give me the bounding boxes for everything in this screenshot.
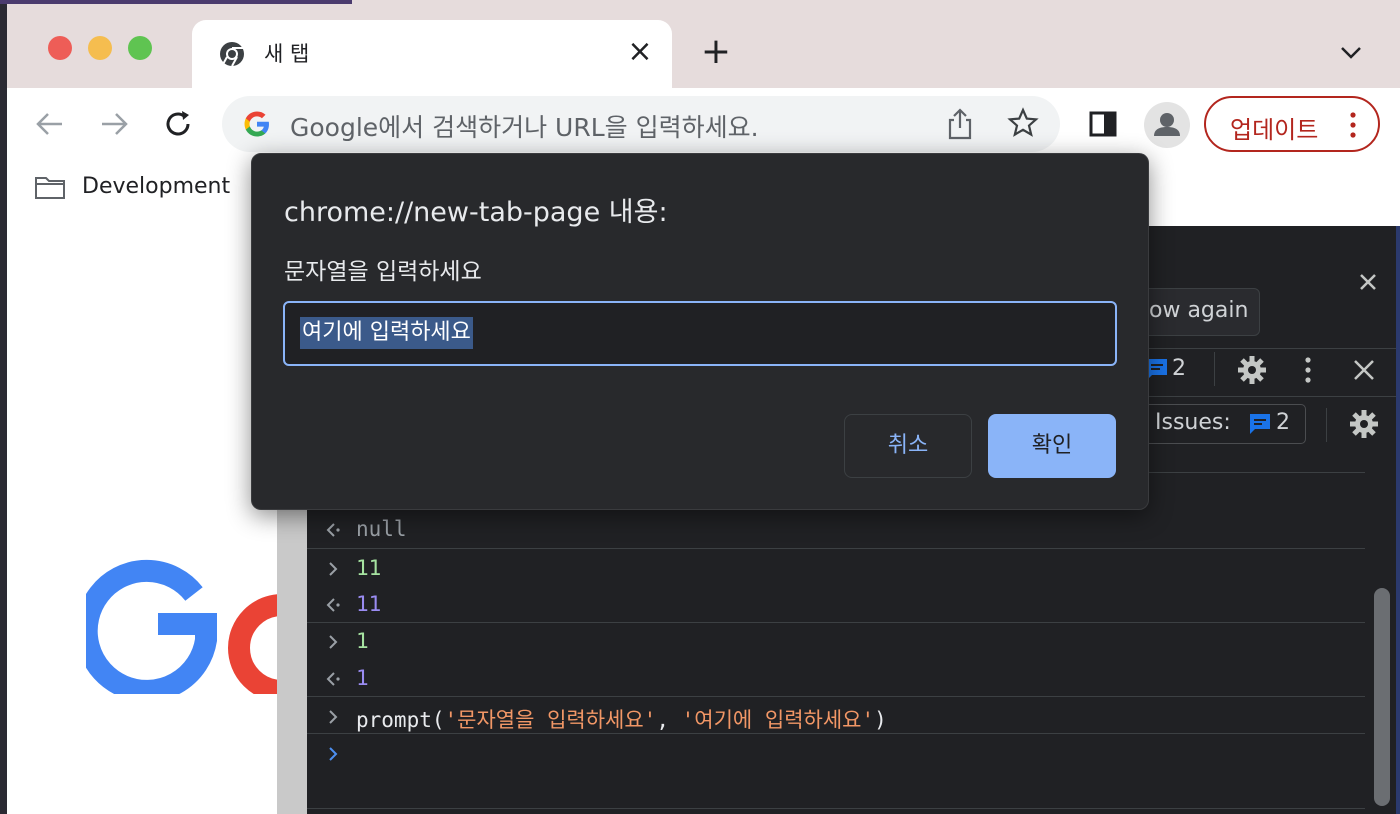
minimize-window-button[interactable] [88,36,112,60]
prompt-fn: prompt( [356,708,445,732]
reload-icon[interactable] [158,104,198,144]
show-again-button[interactable]: ow again [1136,288,1260,336]
side-panel-icon[interactable] [1088,110,1118,138]
console-divider [307,733,1365,734]
share-icon[interactable] [944,106,976,142]
more-vert-icon[interactable] [1348,110,1358,140]
devtools-divider [1136,348,1400,349]
maximize-window-button[interactable] [128,36,152,60]
devtools-divider [1136,396,1400,397]
ok-button[interactable]: 확인 [988,414,1116,478]
dialog-title: chrome://new-tab-page 내용: [284,197,668,228]
chevron-down-icon[interactable] [1336,36,1366,68]
update-label: 업데이트 [1230,116,1319,144]
toolbar-separator [1326,408,1327,442]
console-input-prompt-icon[interactable] [322,744,344,764]
window-edge-right [1396,226,1400,814]
dialog-text-input[interactable]: 여기에 입력하세요 [283,301,1117,366]
new-tab-button[interactable]: + [700,34,732,70]
close-icon[interactable] [1356,270,1380,294]
console-divider [307,548,1365,549]
console-input: 11 [356,556,382,580]
cancel-button[interactable]: 취소 [844,414,972,478]
omnibox-placeholder: Google에서 검색하거나 URL을 입력하세요. [290,113,759,142]
prompt-arg-default: '여기에 입력하세요' [681,708,875,732]
dialog-input-value: 여기에 입력하세요 [300,317,473,349]
console-prompt-call: prompt('문자열을 입력하세요', '여기에 입력하세요') [356,704,887,734]
console-settings-gear-icon[interactable] [1348,408,1380,440]
console-divider [307,622,1365,623]
issues-count: 2 [1276,410,1290,435]
more-vert-icon[interactable] [1302,354,1314,386]
messages-count: 2 [1172,356,1186,381]
prompt-close: ) [874,708,887,732]
output-arrow-icon [322,520,344,540]
output-arrow-icon [322,669,344,689]
output-arrow-icon [322,595,344,615]
console-scrollbar-thumb[interactable] [1374,588,1390,806]
bookmark-folder-development[interactable]: Development [82,174,230,199]
window-edge [0,0,7,814]
new-tab-page [7,226,277,814]
prompt-arg-message: '문자열을 입력하세요' [444,708,657,732]
console-divider [307,808,1365,809]
google-g-icon [242,109,272,139]
input-chevron-icon [322,559,344,579]
window-edge-top [0,0,352,4]
update-button[interactable]: 업데이트 [1204,96,1380,152]
toolbar-separator [1214,352,1215,386]
show-again-label: ow again [1149,298,1249,323]
tab-title: 새 탭 [264,42,310,66]
issues-message-icon [1248,412,1272,436]
tab-close-icon[interactable]: × [626,36,654,68]
close-devtools-icon[interactable] [1352,358,1376,382]
console-output: null [356,517,407,541]
input-chevron-icon [322,632,344,652]
profile-avatar[interactable] [1144,102,1190,148]
forward-icon[interactable] [94,104,134,144]
chrome-icon [218,40,246,68]
dialog-message: 문자열을 입력하세요 [284,259,482,285]
console-output: 11 [356,592,382,616]
close-window-button[interactable] [48,36,72,60]
settings-gear-icon[interactable] [1236,354,1268,386]
console-output: 1 [356,666,369,690]
back-icon[interactable] [30,104,70,144]
bookmark-star-icon[interactable] [1006,106,1040,140]
prompt-sep: , [656,708,682,732]
input-chevron-icon [322,707,344,727]
folder-icon [34,174,66,200]
google-logo [86,554,277,694]
console-input: 1 [356,629,369,653]
console-divider [307,696,1365,697]
